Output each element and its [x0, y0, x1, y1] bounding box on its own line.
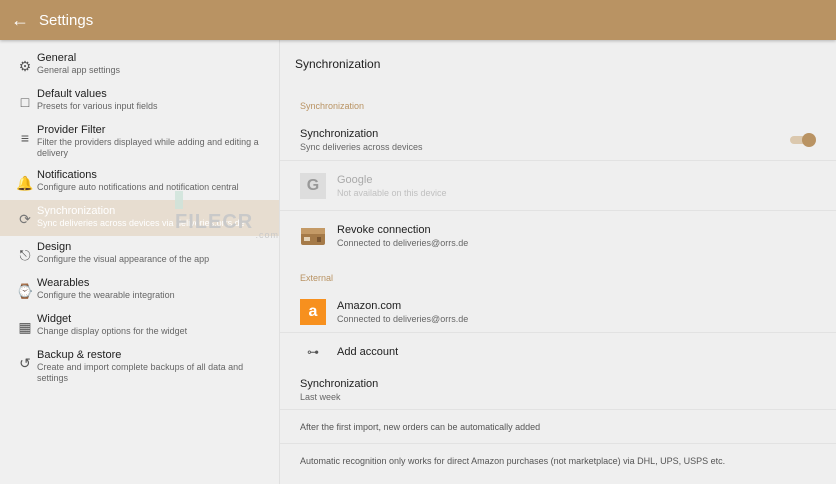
sidebar-item-provider-filter[interactable]: ≡ Provider Filter Filter the providers dis… — [0, 119, 279, 164]
sync-toggle[interactable] — [790, 132, 816, 147]
arrow-left-icon[interactable]: ← — [0, 10, 40, 31]
sync-icon: ⟳ — [19, 211, 31, 227]
sync-toggle-row[interactable]: Synchronization Sync deliveries across de… — [280, 119, 836, 161]
sidebar-item-label: Wearables — [37, 277, 90, 289]
sidebar-item-desc: Presets for various input fields — [37, 101, 158, 111]
sync-desc: Sync deliveries across devices — [300, 141, 423, 152]
google-logo-icon: G — [300, 172, 326, 199]
sidebar-item-general[interactable]: ⚙ General General app settings — [0, 47, 279, 83]
sidebar-item-label: Provider Filter — [37, 124, 106, 136]
bookmark-icon: □ — [20, 94, 30, 110]
app-bar: ← Settings — [0, 0, 836, 40]
google-label: Google — [337, 173, 373, 186]
gear-icon: ⚙ — [18, 58, 32, 74]
sidebar-item-label: Notifications — [37, 169, 97, 181]
add-account-label: Add account — [337, 345, 399, 358]
amazon-label: Amazon.com — [337, 299, 402, 312]
sidebar-item-desc: Configure the wearable integration — [37, 290, 175, 300]
revoke-label: Revoke connection — [337, 224, 431, 236]
key-plus-icon: ⊶ — [307, 344, 319, 359]
panel-title: Synchronization — [295, 57, 381, 71]
sidebar-item-label: Widget — [37, 313, 72, 325]
sidebar-item-default-values[interactable]: □ Default values Presets for various input… — [0, 83, 279, 119]
add-account-button[interactable]: ⊶ Add account — [280, 333, 836, 370]
amazon-row[interactable]: a Amazon.com Connected to deliveries@orrs… — [280, 291, 836, 333]
google-row: G Google Not available on this device — [280, 161, 836, 211]
sync-period-label: Synchronization — [300, 377, 379, 390]
filter-icon: ≡ — [20, 130, 30, 146]
section-header-external: External — [300, 273, 334, 283]
google-desc: Not available on this device — [337, 187, 447, 198]
sidebar-item-desc: Filter the providers displayed while add… — [37, 137, 259, 158]
sidebar-item-design[interactable]: ⎋ Design Configure the visual appearance o… — [0, 236, 279, 272]
widget-icon: ▦ — [18, 319, 32, 335]
restore-icon: ↺ — [19, 355, 31, 371]
sync-period-row[interactable]: Synchronization Last week — [280, 370, 836, 410]
bell-icon: 🔔 — [16, 175, 34, 191]
page-title: Settings — [39, 11, 94, 29]
sidebar-item-wearables[interactable]: ⌚ Wearables Configure the wearable integra… — [0, 272, 279, 308]
sidebar-item-label: Default values — [37, 88, 107, 100]
sidebar-item-label: Design — [37, 241, 72, 253]
watch-icon: ⌚ — [16, 283, 34, 299]
sync-period-value: Last week — [300, 391, 341, 402]
amazon-desc: Connected to deliveries@orrs.de — [337, 313, 469, 324]
sidebar-item-label: Backup & restore — [37, 349, 122, 361]
main-panel: Synchronization Synchronization Synchron… — [280, 40, 836, 484]
revoke-desc: Connected to deliveries@orrs.de — [337, 238, 469, 248]
sidebar-item-backup-restore[interactable]: ↺ Backup & restore Create and import compl… — [0, 344, 279, 389]
revoke-connection-row[interactable]: Revoke connection Connected to deliveries… — [280, 211, 836, 261]
sidebar-item-desc: Create and import complete backups of al… — [37, 362, 244, 383]
sidebar: ⚙ General General app settings □ Default va… — [0, 40, 280, 484]
watermark: FILECR .com — [175, 188, 279, 240]
info-note-import: After the first import, new orders can b… — [280, 410, 836, 444]
amazon-logo-icon: a — [300, 298, 326, 325]
section-header-sync: Synchronization — [300, 101, 365, 111]
sidebar-item-desc: Configure the visual appearance of the a… — [37, 254, 210, 264]
sync-label: Synchronization — [300, 127, 379, 140]
info-note-recognition: Automatic recognition only works for dir… — [300, 456, 726, 466]
sidebar-item-desc: General app settings — [37, 65, 121, 75]
package-icon — [300, 223, 326, 249]
sidebar-item-widget[interactable]: ▦ Widget Change display options for the wi… — [0, 308, 279, 344]
paint-roller-icon: ⎋ — [19, 247, 31, 263]
sidebar-item-label: General — [37, 52, 77, 64]
sidebar-item-desc: Change display options for the widget — [37, 326, 188, 336]
